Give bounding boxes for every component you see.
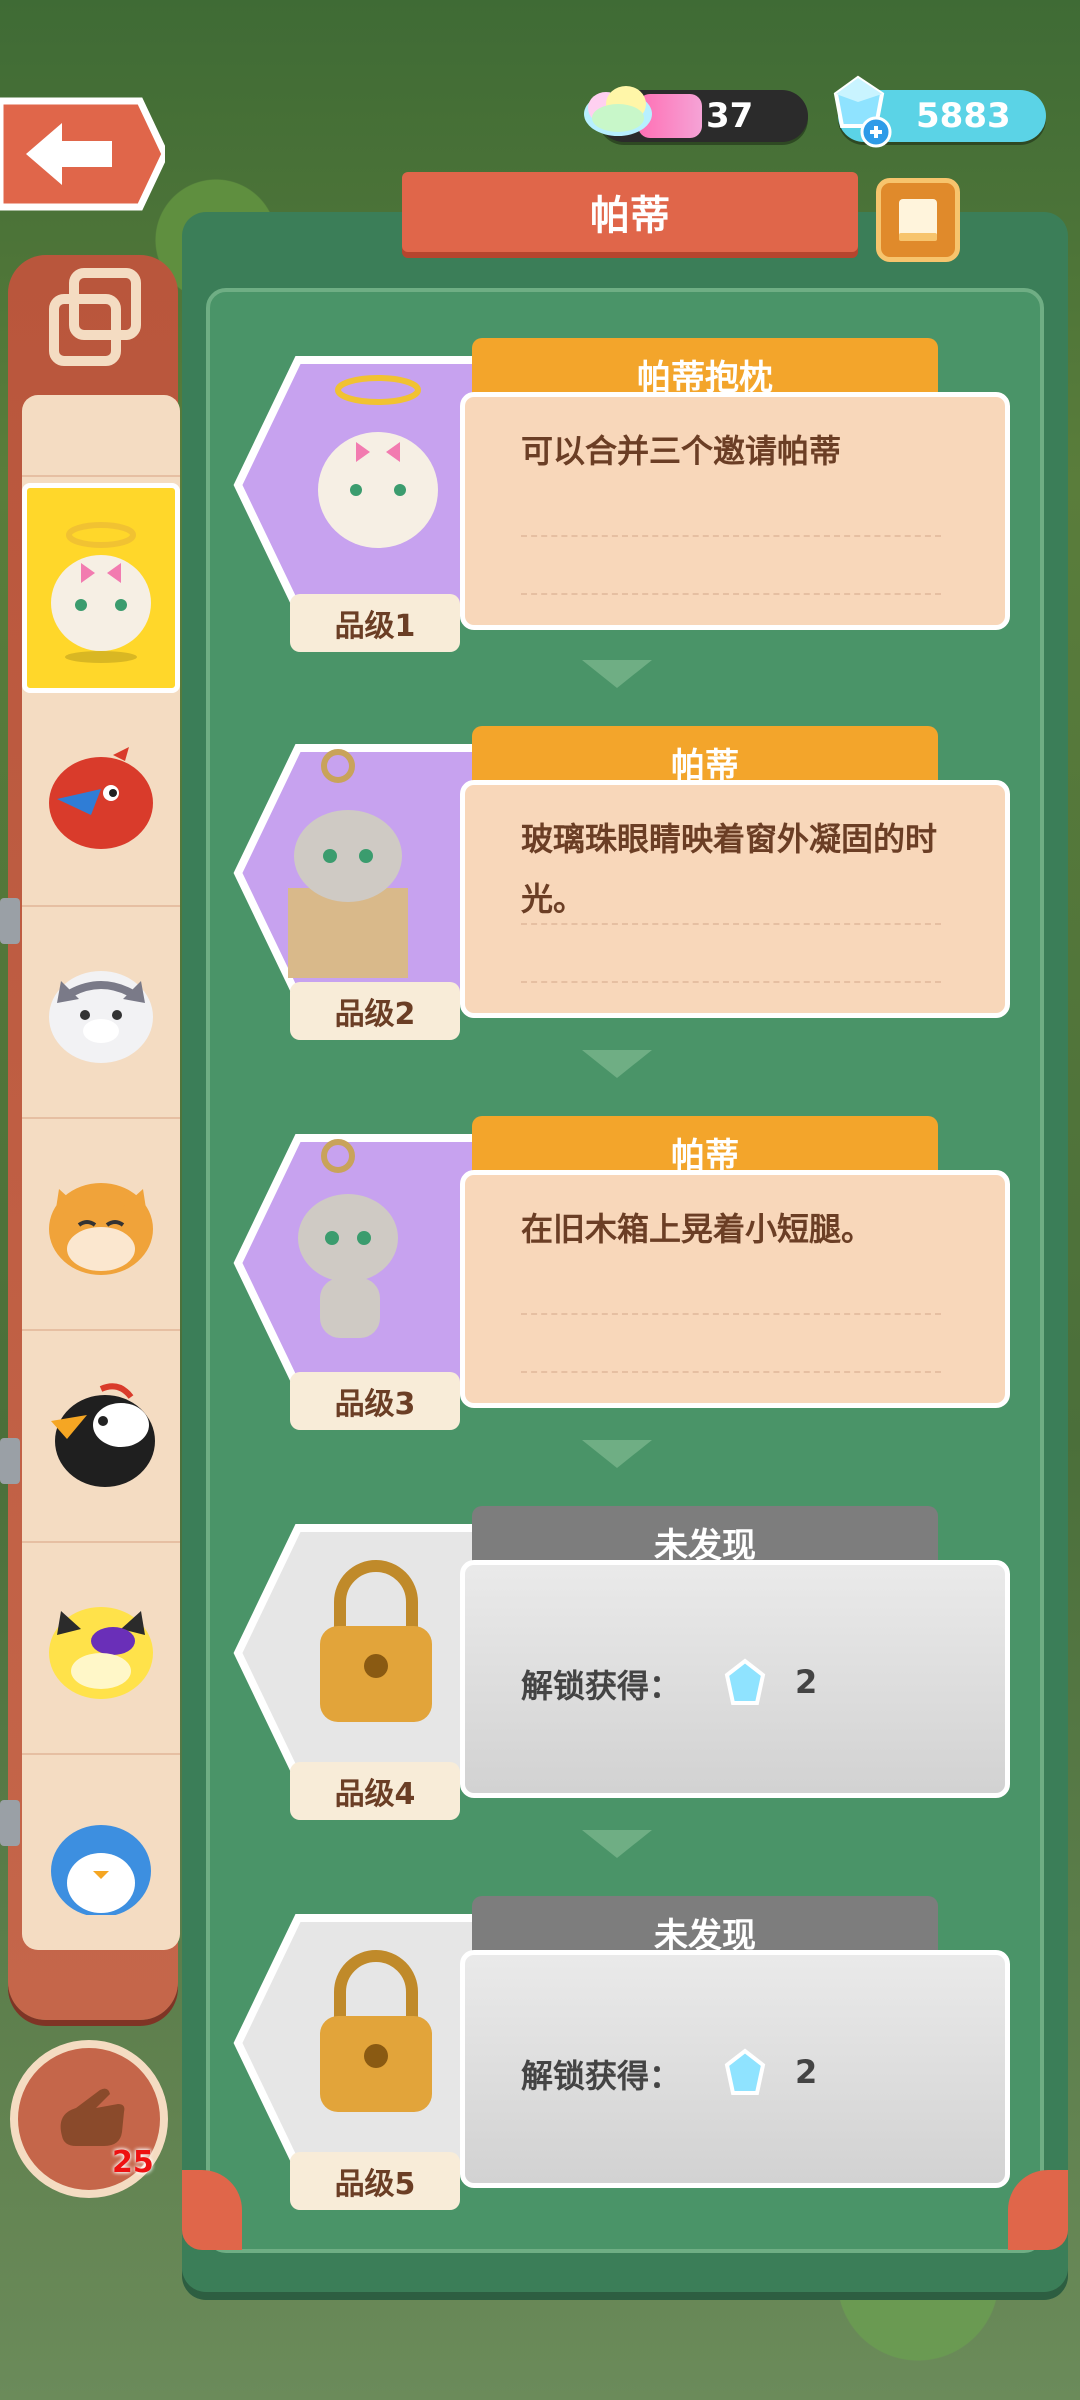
divider bbox=[521, 535, 941, 537]
divider bbox=[521, 923, 941, 925]
scroll-clip bbox=[0, 1800, 20, 1846]
card-description: 在旧木箱上晃着小短腿。 bbox=[521, 1210, 874, 1248]
patti-pillow-icon bbox=[51, 522, 151, 663]
sidebar-item-partial[interactable] bbox=[22, 395, 180, 477]
card-description: 可以合并三个邀请帕蒂 bbox=[521, 432, 842, 470]
woodpecker-icon bbox=[51, 1383, 155, 1487]
chevron-down-icon bbox=[582, 1830, 652, 1858]
divider bbox=[521, 1371, 941, 1373]
sidebar-item-woodpecker[interactable] bbox=[22, 1331, 180, 1543]
gem-icon bbox=[724, 2048, 766, 2095]
shiba-icon bbox=[49, 1183, 153, 1275]
tiger-cat-icon bbox=[49, 971, 153, 1063]
page-title: 帕蒂 bbox=[402, 172, 858, 252]
book-button[interactable] bbox=[876, 178, 960, 262]
divider bbox=[521, 981, 941, 983]
rainbow-cloud-icon bbox=[584, 86, 652, 136]
penguin-icon bbox=[51, 1825, 151, 1915]
back-button[interactable] bbox=[0, 95, 169, 213]
divider bbox=[521, 1313, 941, 1315]
unlock-cost: 2 bbox=[795, 1663, 818, 1701]
card-body: 解锁获得： 2 bbox=[460, 1560, 1010, 1798]
card-body: 可以合并三个邀请帕蒂 bbox=[460, 392, 1010, 630]
grade-badge: 品级5 bbox=[290, 2152, 460, 2210]
evolution-card-2[interactable]: 帕蒂 玻璃珠眼睛映着窗外凝固的时光。 品级2 bbox=[228, 726, 1010, 1040]
evolution-card-3[interactable]: 帕蒂 在旧木箱上晃着小短腿。 品级3 bbox=[228, 1116, 1010, 1430]
sidebar-item-tiger-cat[interactable] bbox=[22, 907, 180, 1119]
sidebar-item-shiba[interactable] bbox=[22, 1119, 180, 1331]
chevron-down-icon bbox=[582, 1050, 652, 1078]
evolution-card-5[interactable]: 未发现 解锁获得： 2 品级5 bbox=[228, 1896, 1010, 2210]
grade-badge: 品级3 bbox=[290, 1372, 460, 1430]
collection-toggle-icon[interactable] bbox=[42, 263, 150, 371]
yellow-tiger-icon bbox=[49, 1607, 153, 1699]
card-body: 在旧木箱上晃着小短腿。 bbox=[460, 1170, 1010, 1408]
unlock-row: 解锁获得： bbox=[521, 2051, 681, 2097]
red-bird-icon bbox=[49, 747, 153, 849]
scroll-clip bbox=[0, 1438, 20, 1484]
chevron-down-icon bbox=[582, 1440, 652, 1468]
back-arrow-icon bbox=[0, 97, 169, 211]
chevron-down-icon bbox=[582, 660, 652, 688]
grade-badge: 品级2 bbox=[290, 982, 460, 1040]
sidebar-item-patti-pillow[interactable] bbox=[22, 483, 180, 693]
evolution-card-1[interactable]: 帕蒂抱枕 可以合并三个邀请帕蒂 品级1 bbox=[228, 338, 1010, 652]
sidebar-list[interactable] bbox=[22, 395, 180, 1950]
sidebar-item-red-bird[interactable] bbox=[22, 695, 180, 907]
card-body: 玻璃珠眼睛映着窗外凝固的时光。 bbox=[460, 780, 1010, 1018]
sidebar-item-penguin[interactable] bbox=[22, 1755, 180, 1950]
book-icon bbox=[899, 199, 937, 241]
card-body: 解锁获得： 2 bbox=[460, 1950, 1010, 2188]
divider bbox=[521, 593, 941, 595]
card-description: 玻璃珠眼睛映着窗外凝固的时光。 bbox=[521, 820, 938, 918]
gem-plus-icon[interactable] bbox=[820, 72, 898, 150]
sidebar-item-yellow-tiger[interactable] bbox=[22, 1543, 180, 1755]
hand-count-badge: 25 bbox=[112, 2145, 154, 2180]
rainbow-count: 37 bbox=[706, 96, 754, 136]
unlock-text: 解锁获得： bbox=[521, 2057, 682, 2095]
grade-badge: 品级4 bbox=[290, 1762, 460, 1820]
unlock-cost: 2 bbox=[795, 2053, 818, 2091]
gem-icon bbox=[724, 1658, 766, 1705]
unlock-row: 解锁获得： bbox=[521, 1661, 681, 1707]
evolution-card-4[interactable]: 未发现 解锁获得： 2 品级4 bbox=[228, 1506, 1010, 1820]
scroll-clip bbox=[0, 898, 20, 944]
unlock-text: 解锁获得： bbox=[521, 1667, 682, 1705]
gem-count: 5883 bbox=[916, 96, 1011, 136]
grade-badge: 品级1 bbox=[290, 594, 460, 652]
